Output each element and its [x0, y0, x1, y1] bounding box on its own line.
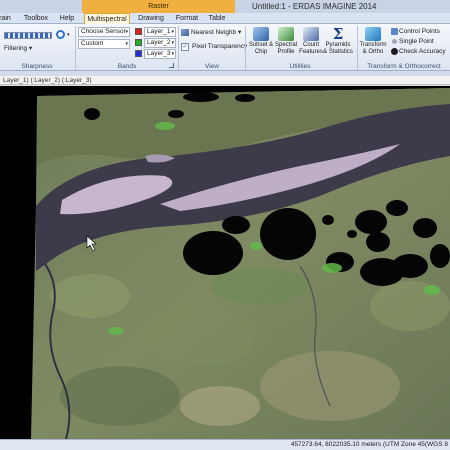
control-points-button[interactable]: Control Points	[399, 27, 440, 36]
spectral-profile-icon	[278, 27, 294, 41]
tab-help[interactable]: Help	[58, 13, 76, 24]
pixel-transparency-checkbox[interactable]: ✓	[181, 43, 189, 51]
pyramids-statistics-button[interactable]: Σ Pyramids & Statistics	[323, 27, 353, 56]
cursor-coordinates: 457273.64, 8022035.10 meters (UTM Zone 4…	[290, 441, 448, 448]
group-label-view: View	[205, 63, 219, 70]
resample-method-arrow-icon: ▾	[236, 29, 242, 36]
subset-chip-label: Subset & Chip	[248, 42, 274, 55]
group-label-transform-orthocorrect: Transform & Orthocorrect	[367, 63, 441, 70]
transform-ortho-button[interactable]: Transform & Ortho	[358, 27, 388, 56]
satellite-image[interactable]	[0, 86, 450, 439]
red-band-select[interactable]: Layer_1 ▾	[144, 27, 176, 37]
resample-method-value: Nearest Neighb	[191, 29, 237, 36]
filtering-dropdown[interactable]: Filtering ▾	[4, 44, 32, 53]
group-label-sharpness: Sharpness	[21, 63, 53, 70]
resample-icon	[181, 29, 189, 36]
count-features-icon	[303, 27, 319, 41]
tab-drawing[interactable]: Drawing	[136, 13, 166, 24]
green-band-select[interactable]: Layer_2 ▾	[144, 38, 176, 48]
pixel-transparency-label: Pixel Transparency	[192, 43, 248, 50]
layer-2-color-swatch	[135, 39, 142, 46]
pyramids-statistics-label: Pyramids & Statistics	[323, 42, 353, 55]
red-band-arrow-icon: ▾	[171, 29, 174, 35]
count-features-label: Count Features	[299, 42, 323, 55]
transform-icon	[365, 27, 381, 41]
sigma-icon: Σ	[332, 25, 344, 43]
sharpness-slider[interactable]	[4, 32, 52, 39]
green-band-arrow-icon: ▾	[171, 40, 174, 46]
band-preset-value: Custom	[81, 40, 104, 47]
blue-band-arrow-icon: ▾	[171, 51, 174, 57]
group-label-utilities: Utilities	[289, 63, 311, 70]
layer-3-color-swatch	[135, 50, 142, 57]
sensor-select[interactable]: Choose Sensor ▾	[78, 27, 130, 37]
band-preset-arrow-icon: ▾	[125, 41, 128, 47]
window-title: Untitled:1 - ERDAS IMAGINE 2014	[252, 2, 377, 11]
single-point-button[interactable]: Single Point	[399, 37, 434, 46]
group-label-bands: Bands	[117, 63, 137, 70]
ribbon-panel: ▾ Filtering ▾ Sharpness Choose Sensor ▾ C…	[0, 24, 450, 71]
green-band-value: Layer_2	[147, 39, 171, 46]
transform-ortho-label: Transform & Ortho	[359, 42, 387, 55]
viewer-layer-tab[interactable]: Layer_1) (:Layer_2) (:Layer_3)	[0, 76, 450, 85]
blue-band-select[interactable]: Layer_3 ▾	[144, 49, 176, 59]
ribbon-tab-bar: rain Toolbox Help Multispectral Drawing …	[0, 13, 450, 25]
title-bar: Raster Untitled:1 - ERDAS IMAGINE 2014	[0, 0, 450, 13]
sharpness-dropdown-arrow-icon[interactable]: ▾	[67, 32, 70, 38]
tab-format[interactable]: Format	[174, 13, 200, 24]
contextual-tab-group-raster: Raster	[82, 0, 235, 13]
status-bar: 457273.64, 8022035.10 meters (UTM Zone 4…	[0, 439, 450, 450]
raster-viewer[interactable]	[0, 86, 450, 439]
sharpness-knob-icon[interactable]	[56, 30, 65, 39]
single-point-icon	[392, 39, 397, 44]
filtering-arrow-icon: ▾	[27, 45, 33, 52]
sensor-select-arrow-icon: ▾	[125, 29, 128, 35]
band-preset-select[interactable]: Custom ▾	[78, 39, 130, 49]
blue-band-value: Layer_3	[147, 50, 171, 57]
sensor-select-value: Choose Sensor	[81, 28, 126, 35]
filtering-label: Filtering	[4, 45, 28, 52]
layer-1-color-swatch	[135, 28, 142, 35]
resample-method-select[interactable]: Nearest Neighb ▾	[191, 28, 241, 37]
tab-toolbox[interactable]: Toolbox	[22, 13, 50, 24]
checkmark-icon: ✓	[182, 44, 188, 50]
subset-icon	[253, 27, 269, 41]
group-separator	[75, 26, 76, 70]
tab-table[interactable]: Table	[206, 13, 228, 24]
tab-terrain[interactable]: rain	[0, 13, 12, 24]
control-points-icon	[391, 28, 398, 35]
bands-dialog-launcher-icon[interactable]	[169, 63, 174, 68]
spectral-profile-label: Spectral Profile	[274, 42, 297, 55]
check-accuracy-icon	[391, 48, 398, 55]
red-band-value: Layer_1	[147, 28, 171, 35]
count-features-button[interactable]: Count Features	[296, 27, 326, 56]
check-accuracy-button[interactable]: Check Accuracy	[399, 47, 446, 56]
group-separator	[178, 26, 179, 70]
